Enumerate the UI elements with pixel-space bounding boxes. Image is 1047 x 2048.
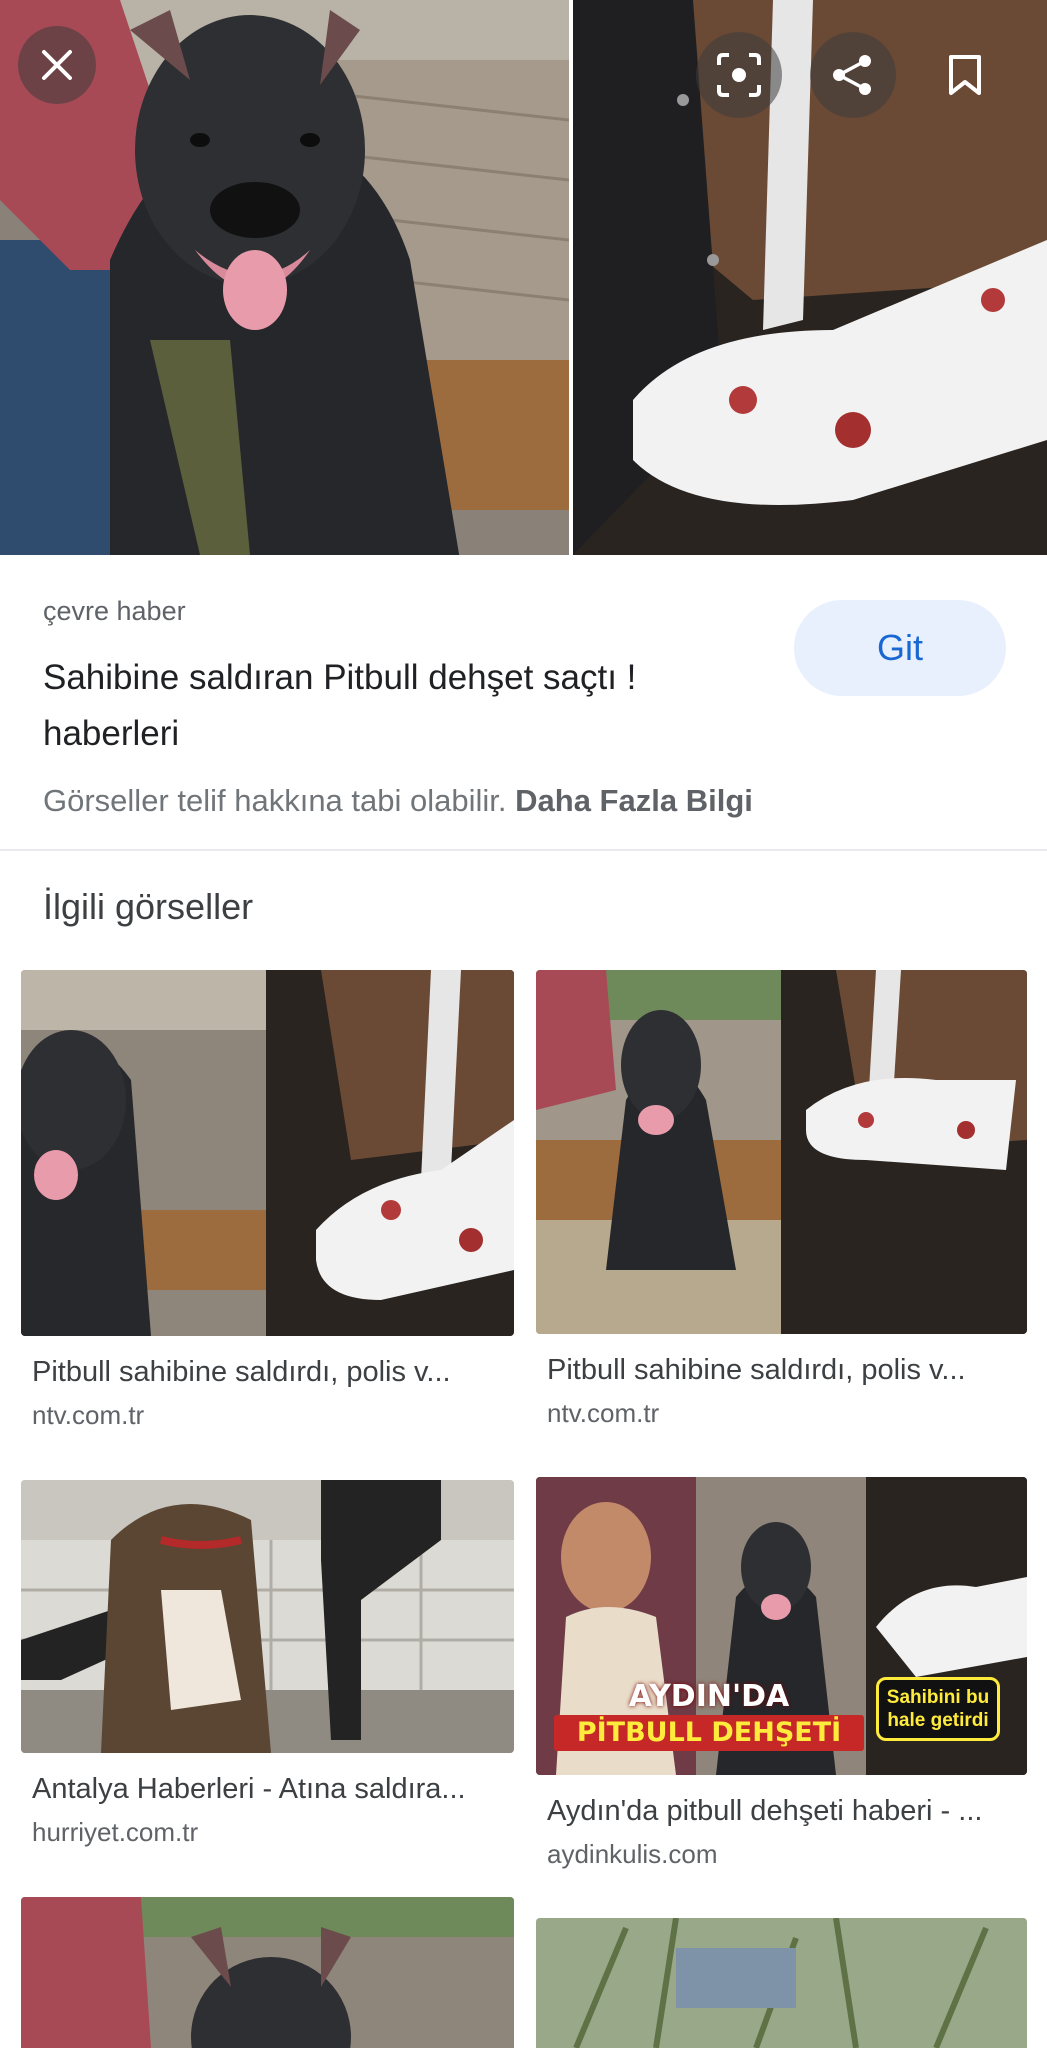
section-divider bbox=[0, 849, 1047, 851]
overlay-badge: Sahibini bu hale getirdi bbox=[876, 1677, 1000, 1741]
share-icon bbox=[833, 55, 871, 95]
lens-icon bbox=[717, 53, 761, 97]
overlay-headline-line2: PİTBULL DEHŞETİ bbox=[554, 1715, 864, 1751]
learn-more-link[interactable]: Daha Fazla Bilgi bbox=[515, 783, 753, 818]
related-thumbnail[interactable] bbox=[536, 970, 1027, 1334]
close-button[interactable] bbox=[18, 26, 96, 104]
copyright-text: Görseller telif hakkına tabi olabilir. bbox=[43, 783, 507, 818]
related-thumbnail[interactable] bbox=[21, 1897, 514, 2048]
related-caption[interactable]: Aydın'da pitbull dehşeti haberi - ... bbox=[547, 1795, 1017, 1828]
go-button[interactable]: Git bbox=[794, 600, 1006, 696]
related-images-heading: İlgili görseller bbox=[43, 886, 254, 927]
bookmark-icon bbox=[949, 55, 981, 95]
close-icon bbox=[42, 50, 72, 80]
related-domain: ntv.com.tr bbox=[32, 1400, 145, 1430]
copyright-notice: Görseller telif hakkına tabi olabilir. D… bbox=[43, 783, 753, 819]
related-domain: hurriyet.com.tr bbox=[32, 1817, 199, 1847]
related-thumbnail[interactable] bbox=[536, 1918, 1027, 2048]
related-thumbnail[interactable] bbox=[21, 1480, 514, 1753]
overlay-headline: AYDIN'DA PİTBULL DEHŞETİ bbox=[554, 1679, 864, 1751]
related-thumbnail[interactable]: AYDIN'DA PİTBULL DEHŞETİ Sahibini bu hal… bbox=[536, 1477, 1027, 1775]
lens-button[interactable] bbox=[696, 32, 782, 118]
related-domain: aydinkulis.com bbox=[547, 1839, 718, 1869]
main-image[interactable] bbox=[0, 0, 1047, 555]
result-title[interactable]: Sahibine saldıran Pitbull dehşet saçtı !… bbox=[43, 650, 743, 762]
related-caption[interactable]: Antalya Haberleri - Atına saldıra... bbox=[32, 1773, 502, 1806]
overlay-headline-line1: AYDIN'DA bbox=[628, 1679, 790, 1714]
related-caption[interactable]: Pitbull sahibine saldırdı, polis v... bbox=[32, 1356, 502, 1389]
bookmark-button[interactable] bbox=[922, 32, 1008, 118]
share-button[interactable] bbox=[810, 32, 896, 118]
source-name: çevre haber bbox=[43, 596, 186, 626]
related-domain: ntv.com.tr bbox=[547, 1398, 660, 1428]
related-thumbnail[interactable] bbox=[21, 970, 514, 1336]
related-caption[interactable]: Pitbull sahibine saldırdı, polis v... bbox=[547, 1354, 1017, 1387]
